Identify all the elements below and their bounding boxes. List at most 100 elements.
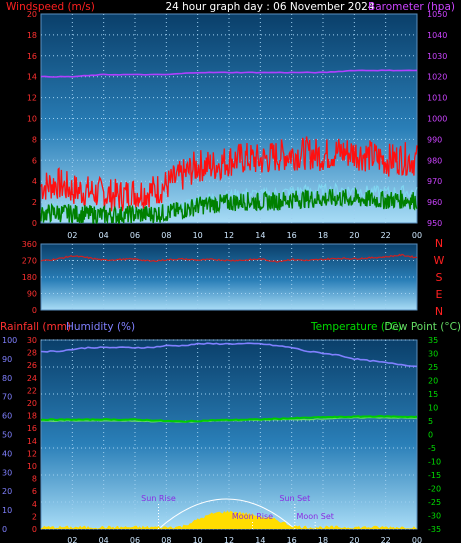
rain-tick-label: 2: [32, 512, 37, 521]
temp-tick-label: -25: [428, 498, 441, 507]
humidity-tick-label: 30: [2, 468, 12, 477]
humidity-tick-label: 20: [2, 487, 12, 496]
rain-tick-label: 6: [32, 487, 37, 496]
y2-tick-label: 1020: [427, 73, 447, 82]
y-tick-label: 2: [32, 198, 37, 207]
temp-tick-label: 5: [428, 417, 433, 426]
temp-tick-label: 15: [428, 390, 438, 399]
y-tick-label: 0: [32, 219, 37, 228]
x-tick-label: 08: [161, 536, 171, 543]
y2-tick-label: 980: [427, 156, 442, 165]
compass-label: N: [435, 305, 443, 318]
temp-tick-label: -35: [428, 525, 441, 534]
x-tick-label: 12: [224, 536, 234, 543]
rain-tick-label: 30: [27, 336, 37, 345]
x-tick-label: 06: [130, 231, 140, 240]
weather-graph: Windspeed (m/s) 24 hour graph day : 06 N…: [0, 1, 461, 543]
y-tick-label: 14: [27, 73, 37, 82]
rain-tick-label: 24: [27, 374, 37, 383]
rain-tick-label: 28: [27, 349, 37, 358]
event-label: Sun Rise: [141, 494, 176, 503]
humidity-tick-label: 70: [2, 393, 12, 402]
humidity-tick-label: 80: [2, 374, 12, 383]
rain-tick-label: 26: [27, 361, 37, 370]
humidity-axis-title: Humidity (%): [66, 321, 135, 333]
y-tick-label: 8: [32, 135, 37, 144]
rain-tick-label: 8: [32, 475, 37, 484]
y2-tick-label: 990: [427, 135, 442, 144]
event-label: Moon Rise: [232, 512, 273, 521]
y-tick-label: 180: [22, 273, 37, 282]
rain-tick-label: 4: [32, 500, 37, 509]
event-label: Moon Set: [296, 512, 333, 521]
y-tick-label: 360: [22, 240, 37, 249]
event-label: Sun Set: [279, 494, 310, 503]
y-tick-label: 10: [27, 115, 37, 124]
y2-tick-label: 950: [427, 219, 442, 228]
rain-tick-label: 16: [27, 424, 37, 433]
rain-tick-label: 0: [32, 525, 37, 534]
rain-tick-label: 14: [27, 437, 37, 446]
temp-tick-label: 0: [428, 431, 433, 440]
x-tick-label: 22: [381, 536, 391, 543]
compass-label: N: [435, 237, 443, 250]
temp-tick-label: -15: [428, 471, 441, 480]
y2-tick-label: 1010: [427, 94, 447, 103]
chart-title: 24 hour graph day : 06 November 2024: [165, 1, 374, 13]
y-tick-label: 0: [32, 306, 37, 315]
wind-axis-title: Windspeed (m/s): [6, 1, 95, 13]
temp-tick-label: -20: [428, 485, 441, 494]
temp-tick-label: 35: [428, 336, 438, 345]
compass-label: E: [436, 288, 443, 301]
y-tick-label: 20: [27, 10, 37, 19]
temp-tick-label: 10: [428, 404, 438, 413]
x-tick-label: 10: [193, 231, 203, 240]
x-tick-label: 22: [381, 231, 391, 240]
y2-tick-label: 1040: [427, 31, 447, 40]
temp-tick-label: -10: [428, 458, 441, 467]
rain-tick-label: 10: [27, 462, 37, 471]
temp-tick-label: 20: [428, 377, 438, 386]
x-tick-label: 00: [412, 536, 422, 543]
x-tick-label: 02: [67, 231, 77, 240]
x-tick-label: 20: [349, 231, 359, 240]
humidity-tick-label: 50: [2, 431, 12, 440]
x-tick-label: 12: [224, 231, 234, 240]
x-tick-label: 06: [130, 536, 140, 543]
y2-tick-label: 1050: [427, 10, 447, 19]
y2-tick-label: 970: [427, 177, 442, 186]
x-tick-label: 00: [412, 231, 422, 240]
dewpoint-axis-title: Dew Point (°C): [384, 321, 461, 333]
x-tick-label: 18: [318, 231, 328, 240]
humidity-tick-label: 0: [2, 525, 7, 534]
y-tick-label: 6: [32, 156, 37, 165]
y-tick-label: 16: [27, 52, 37, 61]
x-tick-label: 04: [99, 231, 109, 240]
x-tick-label: 20: [349, 536, 359, 543]
rain-tick-label: 20: [27, 399, 37, 408]
y-tick-label: 12: [27, 94, 37, 103]
humidity-tick-label: 10: [2, 506, 12, 515]
x-tick-label: 14: [255, 231, 265, 240]
x-tick-label: 04: [99, 536, 109, 543]
y2-tick-label: 1030: [427, 52, 447, 61]
rain-tick-label: 12: [27, 449, 37, 458]
x-tick-label: 08: [161, 231, 171, 240]
humidity-tick-label: 90: [2, 355, 12, 364]
y-tick-label: 90: [27, 290, 37, 299]
x-tick-label: 10: [193, 536, 203, 543]
humidity-tick-label: 40: [2, 449, 12, 458]
x-tick-label: 18: [318, 536, 328, 543]
rain-tick-label: 22: [27, 386, 37, 395]
temp-tick-label: -30: [428, 512, 441, 521]
temp-tick-label: 25: [428, 363, 438, 372]
temp-tick-label: 30: [428, 350, 438, 359]
x-tick-label: 14: [255, 536, 265, 543]
rain-tick-label: 18: [27, 412, 37, 421]
x-tick-label: 16: [287, 536, 297, 543]
compass-label: S: [436, 271, 443, 284]
humidity-tick-label: 100: [2, 336, 17, 345]
y2-tick-label: 960: [427, 198, 442, 207]
rainfall-axis-title: Rainfall (mm): [0, 321, 71, 333]
compass-side-labels: NWSEN: [434, 237, 445, 318]
